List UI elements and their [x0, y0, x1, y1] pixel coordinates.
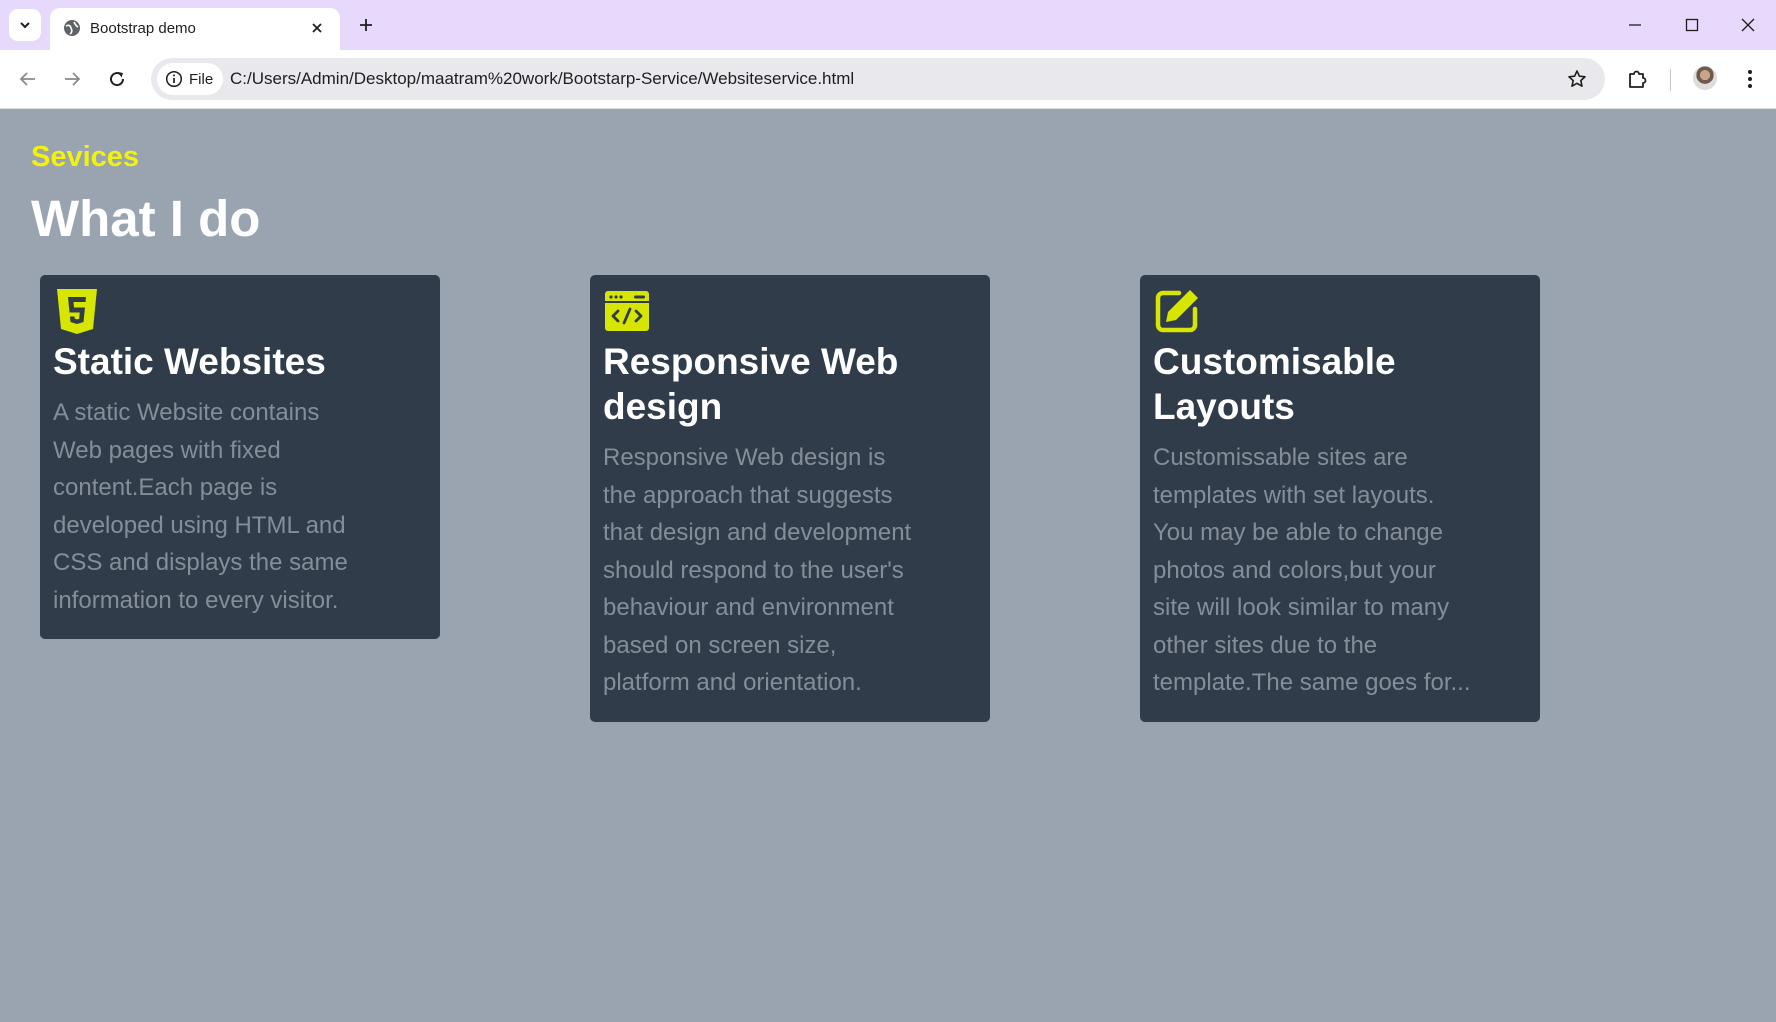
forward-button[interactable]: [56, 63, 88, 95]
tab-search-button[interactable]: [9, 9, 41, 41]
minimize-icon: [1629, 24, 1641, 26]
close-icon: [1741, 18, 1755, 32]
back-button[interactable]: [12, 63, 44, 95]
extensions-button[interactable]: [1621, 63, 1653, 95]
site-info-chip[interactable]: File: [157, 63, 224, 95]
code-window-icon: [605, 291, 649, 331]
service-card-customisable-layouts: Customisable Layouts Customissable sites…: [1140, 275, 1540, 722]
card-text: A static Website contains Web pages with…: [53, 399, 348, 614]
tab-title: Bootstrap demo: [90, 20, 196, 37]
card-title: Responsive Web design: [603, 341, 899, 427]
browser-tab[interactable]: Bootstrap demo: [50, 8, 340, 50]
minimize-button[interactable]: [1620, 10, 1650, 40]
url-text[interactable]: C:/Users/Admin/Desktop/maatram%20work/Bo…: [230, 69, 854, 89]
maximize-button[interactable]: [1677, 10, 1707, 40]
card-text: Responsive Web design is the approach th…: [603, 444, 912, 696]
toolbar-divider: [1670, 69, 1671, 91]
address-bar[interactable]: File C:/Users/Admin/Desktop/maatram%20wo…: [151, 58, 1605, 100]
kebab-menu-icon: [1748, 70, 1752, 88]
card-title: Customisable Layouts: [1153, 341, 1396, 427]
service-card-static-websites: Static Websites A static Website contain…: [40, 275, 440, 639]
puzzle-icon: [1629, 70, 1647, 88]
section-eyebrow: Sevices: [31, 141, 140, 173]
service-card-responsive-web-design: Responsive Web design Responsive Web des…: [590, 275, 990, 722]
edit-icon: [1155, 290, 1198, 333]
close-icon: [312, 23, 322, 33]
avatar[interactable]: [1693, 66, 1717, 90]
globe-icon: [64, 20, 80, 36]
star-icon: [1568, 70, 1586, 87]
tab-close-button[interactable]: [306, 17, 328, 39]
card-title: Static Websites: [53, 341, 326, 382]
reload-icon: [110, 72, 125, 87]
page-title: What I do: [31, 190, 261, 247]
info-icon: [165, 70, 183, 88]
menu-button[interactable]: [1734, 63, 1766, 95]
tab-strip: Bootstrap demo: [0, 0, 1776, 50]
card-text: Customissable sites are templates with s…: [1153, 444, 1471, 696]
plus-icon: [360, 19, 372, 31]
maximize-icon: [1685, 18, 1699, 32]
arrow-right-icon: [65, 72, 81, 86]
chevron-down-icon: [20, 22, 30, 29]
html5-icon: [57, 289, 97, 334]
bookmark-button[interactable]: [1565, 67, 1589, 91]
new-tab-button[interactable]: [352, 11, 380, 39]
chip-label: File: [189, 70, 214, 88]
arrow-left-icon: [19, 72, 35, 86]
browser-toolbar: File C:/Users/Admin/Desktop/maatram%20wo…: [0, 50, 1776, 109]
reload-button[interactable]: [101, 63, 133, 95]
window-close-button[interactable]: [1733, 10, 1763, 40]
